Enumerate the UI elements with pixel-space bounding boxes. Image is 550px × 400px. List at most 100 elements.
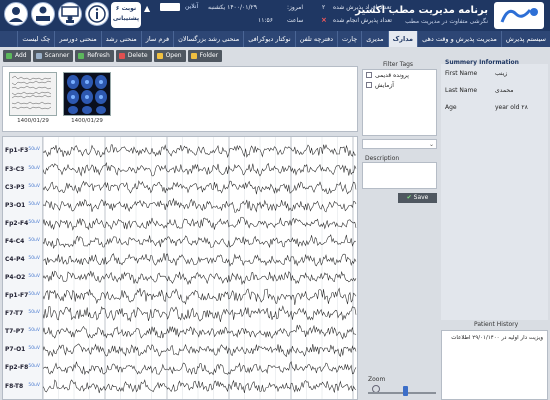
channel-name: F8-T8 — [5, 382, 24, 390]
save-button[interactable]: ✔ Save — [398, 193, 437, 203]
toolbar-button-label: Folder — [199, 52, 219, 59]
nav-tab-7[interactable]: منحنی رشد بزرگسالان — [173, 31, 243, 47]
nav-tab-3[interactable]: مدیری — [361, 31, 387, 47]
eeg-channel-label: C4-P4 50uV — [5, 256, 43, 263]
tag-dropdown[interactable]: ⌄ — [362, 139, 437, 149]
channel-unit: 50uV — [28, 292, 40, 298]
arrow-up-icon[interactable]: ▲ — [144, 4, 150, 13]
reception-icon[interactable] — [31, 2, 55, 26]
eeg-trace-p4-o2 — [43, 270, 357, 286]
channel-unit: 50uV — [28, 382, 40, 388]
toolbar-button-label: Add — [15, 52, 27, 59]
eeg-trace-c4-p4 — [43, 252, 357, 267]
eeg-channel-label: C3-P3 50uV — [5, 184, 43, 191]
channel-name: C4-P4 — [5, 255, 25, 263]
main-nav: سیستم پذیرش مدیریت پذیرش و وقت دهی مدارک مد… — [0, 31, 550, 47]
eeg-channel-label: F3-C3 50uV — [5, 166, 43, 173]
nav-tab-0[interactable]: سیستم پذیرش — [500, 31, 550, 47]
description-textarea[interactable] — [362, 162, 437, 189]
filter-tag-item[interactable]: پرونده قدیمی — [363, 70, 436, 80]
time-label: ساعت — [287, 17, 304, 24]
eeg-trace-fp2-f4 — [43, 216, 357, 231]
eeg-trace-f4-c4 — [43, 234, 357, 250]
nav-tab-11[interactable]: چک لیست — [17, 31, 54, 47]
refresh-icon — [78, 53, 85, 59]
nav-tab-10[interactable]: منحنی دورسر — [54, 31, 100, 47]
scanner-button[interactable]: Scanner — [32, 50, 74, 62]
channel-unit: 50uV — [28, 147, 40, 153]
brand-subtitle: نگرشی متفاوت در مدیریت مطب — [405, 18, 488, 25]
nav-tab-9[interactable]: منحنی رشد — [100, 31, 141, 47]
toolbar-button-label: Delete — [127, 52, 148, 59]
eeg-thumbnail-image — [9, 72, 57, 116]
badge-line-2: پشتیبانی — [112, 15, 140, 22]
nav-tab-6[interactable]: نوکتار دیوکرافی — [243, 31, 294, 47]
nav-tab-1[interactable]: مدیریت پذیرش و وقت دهی — [417, 31, 501, 47]
user-icon[interactable] — [4, 2, 28, 26]
zoom-slider-thumb[interactable] — [402, 386, 408, 396]
channel-name: F7-T7 — [5, 310, 24, 318]
finished-count-label: تعداد پذیرش انجام شده — [333, 17, 392, 24]
eeg-channel-label: Fp2-F4 50uV — [5, 220, 43, 227]
refresh-button[interactable]: Refresh — [75, 50, 114, 62]
eeg-trace-f8-t8 — [43, 379, 357, 394]
channel-unit: 50uV — [28, 237, 40, 243]
today-date: ۱۴۰۰/۰۱/۲۹ یکشنبه — [208, 4, 257, 11]
nav-tab-2[interactable]: مدارک — [387, 31, 418, 47]
thumbnail-eeg[interactable]: 1400/01/29 — [9, 72, 61, 130]
channel-unit: 50uV — [28, 165, 40, 171]
nav-tab-4[interactable]: چارت — [337, 31, 361, 47]
eeg-trace-f3-c3 — [43, 162, 357, 177]
nav-tab-8[interactable]: فرم ساز — [140, 31, 173, 47]
eeg-trace-t7-p7 — [43, 324, 357, 340]
channel-unit: 50uV — [28, 201, 40, 207]
open-button[interactable]: Open — [153, 50, 186, 62]
age-value: ۲۸ year old — [495, 104, 528, 111]
channel-name: Fp2-F8 — [5, 364, 29, 372]
eeg-channel-label: F8-T8 50uV — [5, 383, 43, 390]
thumbnail-caption: 1400/01/29 — [71, 118, 103, 124]
eeg-channel-label: F7-T7 50uV — [5, 310, 43, 317]
check-icon: ✔ — [406, 194, 412, 201]
eeg-trace-fp2-f8 — [43, 360, 357, 376]
folder-button[interactable]: Folder — [187, 50, 223, 62]
time-value: ۱۱:۵۶ — [258, 17, 273, 24]
document-toolbar: Add Scanner Refresh Delete Open Folder — [0, 50, 360, 64]
last-name-label: Last Name — [445, 87, 478, 94]
filter-tag-checkbox[interactable] — [366, 82, 372, 88]
today-label: امروز: — [287, 4, 304, 11]
delete-icon — [118, 53, 125, 59]
channel-unit: 50uV — [28, 364, 40, 370]
channel-unit: 50uV — [28, 328, 40, 334]
nav-tab-5[interactable]: دفترچه تلفن — [294, 31, 337, 47]
eeg-trace-f7-t7 — [43, 305, 357, 323]
delete-button[interactable]: Delete — [115, 50, 152, 62]
filter-tags-title: Filter Tags — [383, 61, 414, 68]
patient-history-title: Patient History — [474, 321, 519, 328]
teacher-icon[interactable] — [58, 2, 82, 26]
online-label: آنلاین — [185, 3, 199, 10]
thumbnail-mri[interactable]: 1400/01/29 — [63, 72, 115, 130]
app-header: ۶ نوبت پشتیبانی ▲ آنلاین ۱۴۰۰/۰۱/۲۹ یکشن… — [0, 0, 550, 31]
brand-logo — [494, 2, 544, 29]
first-name-label: First Name — [445, 70, 478, 77]
filter-tag-item[interactable]: آزمایش — [363, 80, 436, 90]
info-icon[interactable] — [85, 2, 109, 26]
summary-panel: Summery Information First Name زینب Last… — [441, 59, 548, 320]
eeg-channel-label: Fp1-F3 50uV — [5, 147, 43, 154]
app-window: ۶ نوبت پشتیبانی ▲ آنلاین ۱۴۰۰/۰۱/۲۹ یکشن… — [0, 0, 550, 400]
channel-name: T7-P7 — [5, 328, 25, 336]
filter-tag-checkbox[interactable] — [366, 72, 372, 78]
thumbnail-caption: 1400/01/29 — [17, 118, 49, 124]
history-entry[interactable]: ویزیت دار اولیه در ۲۹/۰۱/۱۴۰۰ اطلاعات — [442, 331, 547, 345]
channel-unit: 50uV — [28, 346, 40, 352]
add-icon — [6, 53, 12, 59]
last-name-value: محمدی — [495, 87, 514, 94]
channel-name: P7-O1 — [5, 346, 26, 354]
add-button[interactable]: Add — [3, 50, 31, 62]
summary-title: Summery Information — [445, 59, 519, 66]
eeg-viewer[interactable]: Fp1-F3 50uV F3-C3 50uV C3-P3 50uV P3-O1 50uV Fp2… — [2, 136, 358, 400]
support-badge[interactable]: ۶ نوبت پشتیبانی — [111, 2, 141, 28]
patient-history-list[interactable]: ویزیت دار اولیه در ۲۹/۰۱/۱۴۰۰ اطلاعات — [441, 330, 548, 400]
toolbar-button-label: Scanner — [44, 52, 70, 59]
